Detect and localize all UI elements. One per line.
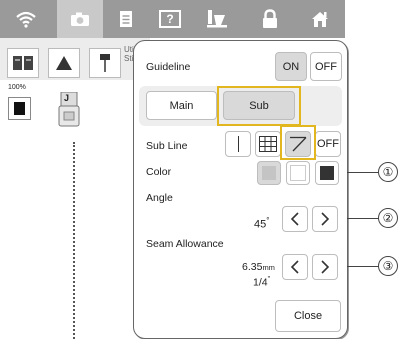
angle-decrease-button[interactable] <box>282 206 308 232</box>
subline-vertical-button[interactable] <box>225 131 251 157</box>
close-button[interactable]: Close <box>275 300 341 332</box>
home-icon <box>312 12 328 27</box>
callout-2: ② <box>378 208 398 228</box>
angle-value: 45° <box>254 216 270 231</box>
seam-decrease-button[interactable] <box>282 254 308 280</box>
document-button[interactable] <box>106 0 146 38</box>
chevron-left-icon <box>290 260 299 274</box>
zoom-label: 100% <box>8 84 26 91</box>
chevron-left-icon <box>290 212 299 226</box>
seam-allowance-label: Seam Allowance <box>146 238 224 250</box>
callout-line-3 <box>347 266 379 267</box>
camera-icon <box>71 12 89 26</box>
document-icon <box>120 11 132 27</box>
color-label: Color <box>146 166 172 178</box>
color-black-button[interactable] <box>315 161 339 185</box>
thread-icon <box>207 10 227 28</box>
angle-label: Angle <box>146 192 173 204</box>
stitch-line <box>73 142 75 339</box>
tab-main[interactable]: Main <box>146 91 217 120</box>
presser-foot-icon: J <box>56 91 82 128</box>
subline-grid-button[interactable] <box>255 131 281 157</box>
home-button[interactable] <box>300 0 340 38</box>
thread-color-swatch <box>14 102 25 115</box>
help-button[interactable]: ? <box>150 0 190 38</box>
tab-sub[interactable]: Sub <box>223 91 295 120</box>
pattern-button[interactable] <box>7 48 39 78</box>
seam-mm-value: 6.35mm <box>242 261 275 273</box>
color-white-button[interactable] <box>286 161 310 185</box>
callout-line-1 <box>347 172 379 173</box>
subline-label: Sub Line <box>146 140 188 152</box>
white-swatch <box>290 165 306 181</box>
help-icon: ? <box>159 10 181 28</box>
color-swatch-button[interactable] <box>8 97 31 120</box>
angle-line-icon <box>290 136 307 152</box>
guideline-settings-panel: Guideline ON OFF Main Sub Sub Line OFF C… <box>133 40 348 339</box>
presser-foot-button[interactable] <box>48 48 80 78</box>
guideline-on-button[interactable]: ON <box>275 52 307 81</box>
callout-3: ③ <box>378 256 398 276</box>
subline-angle-button[interactable] <box>285 131 311 157</box>
seam-increase-button[interactable] <box>312 254 338 280</box>
callout-line-2 <box>347 218 379 219</box>
angle-increase-button[interactable] <box>312 206 338 232</box>
lock-icon <box>263 9 277 28</box>
foot-letter: J <box>64 93 70 103</box>
gray-swatch <box>262 166 276 180</box>
vertical-line-icon <box>237 136 239 152</box>
book-icon <box>13 56 33 70</box>
stitch-preview-pane: 100% J <box>0 80 150 339</box>
black-swatch <box>320 166 334 180</box>
wifi-icon <box>16 11 36 28</box>
grid-icon <box>259 136 277 152</box>
needle-button[interactable] <box>89 48 121 78</box>
needle-icon <box>100 54 110 72</box>
chevron-right-icon <box>321 212 330 226</box>
top-toolbar: ? <box>0 0 345 38</box>
guideline-label: Guideline <box>146 61 191 73</box>
stitch-toolbar: Util Stit <box>0 38 150 80</box>
camera-button[interactable] <box>57 0 103 38</box>
thread-button[interactable] <box>197 0 237 38</box>
seam-inch-value: 1/4" <box>253 276 271 289</box>
chevron-right-icon <box>321 260 330 274</box>
callout-1: ① <box>378 162 398 182</box>
wifi-button[interactable] <box>8 0 44 38</box>
color-gray-button[interactable] <box>257 161 281 185</box>
guideline-off-button[interactable]: OFF <box>310 52 342 81</box>
triangle-icon <box>56 56 72 70</box>
lock-button[interactable] <box>250 0 290 38</box>
subline-off-button[interactable]: OFF <box>315 131 341 157</box>
